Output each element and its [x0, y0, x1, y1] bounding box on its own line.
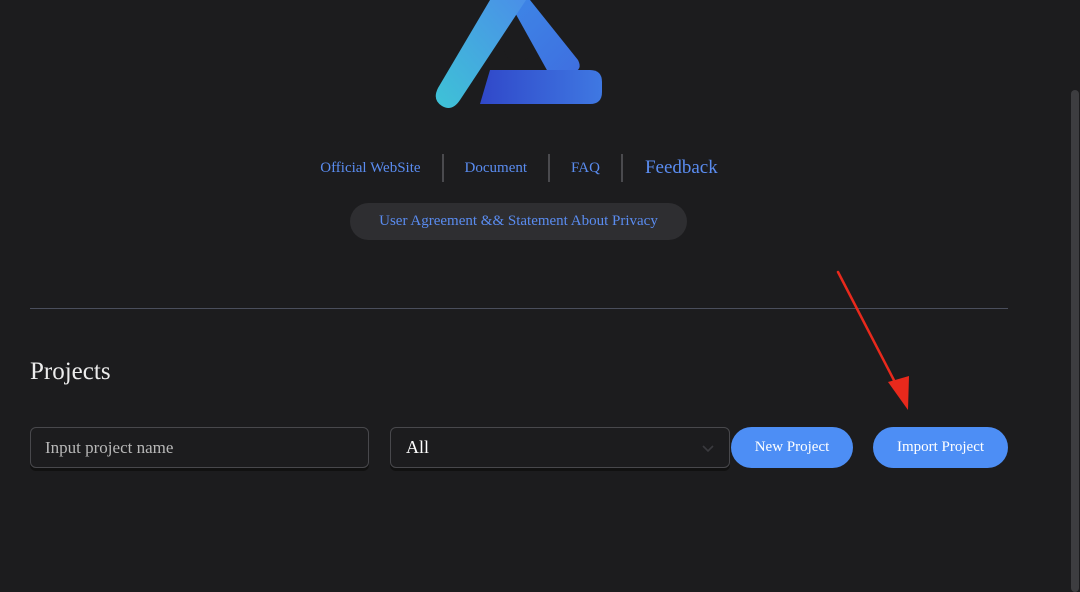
- filter-selected-value: All: [406, 437, 430, 457]
- scrollbar-thumb[interactable]: [1071, 90, 1079, 592]
- import-project-button[interactable]: Import Project: [873, 427, 1008, 468]
- triangle-logo-icon: [435, 0, 602, 108]
- projects-heading: Projects: [30, 358, 111, 385]
- section-divider: [30, 308, 1008, 309]
- nav-links: Official WebSite Document FAQ Feedback: [0, 152, 1038, 184]
- scrollbar-track[interactable]: [1071, 0, 1080, 592]
- new-project-button[interactable]: New Project: [731, 427, 853, 468]
- official-website-link[interactable]: Official WebSite: [299, 152, 441, 184]
- project-launcher-page: Official WebSite Document FAQ Feedback U…: [0, 0, 1080, 592]
- feedback-link[interactable]: Feedback: [623, 152, 739, 184]
- document-link[interactable]: Document: [444, 152, 548, 184]
- user-agreement-link[interactable]: User Agreement && Statement About Privac…: [350, 203, 687, 240]
- faq-link[interactable]: FAQ: [550, 152, 621, 184]
- project-name-search-input[interactable]: [30, 427, 369, 468]
- project-filter-select[interactable]: All: [390, 427, 730, 468]
- chevron-down-icon: [702, 445, 714, 453]
- red-arrow-annotation: [836, 270, 909, 410]
